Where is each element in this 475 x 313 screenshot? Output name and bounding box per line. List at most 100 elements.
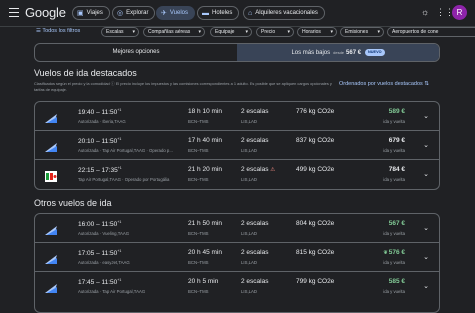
flight-row[interactable]: 19:40 – 11:50+1 Autorizada · Iberia,TAAG 1…: [35, 102, 439, 131]
flight-times: 22:15 – 17:35+1: [78, 166, 122, 175]
flight-price: 585 €: [388, 278, 405, 285]
house-icon: ⌂: [248, 9, 253, 17]
suitcase-icon: ▣: [77, 10, 84, 17]
flight-route: BCN–TMS: [188, 260, 209, 265]
main-menu-icon[interactable]: [9, 8, 19, 17]
tab-explorar[interactable]: ◎ Explorar: [112, 6, 156, 20]
sort-order-link[interactable]: Ordenados por vuelos destacados ⇅: [339, 81, 429, 87]
filter-emisiones[interactable]: Emisiones ▾: [340, 27, 384, 37]
flight-row[interactable]: 16:00 – 11:50+1 Autorizada · Vueling,TAAG…: [35, 214, 439, 243]
airline-logo: [45, 140, 57, 152]
plane-icon: ✈: [161, 10, 167, 17]
filter-companias[interactable]: Compañías aéreas ▾: [143, 27, 205, 37]
flight-route: BCN–TMS: [188, 119, 209, 124]
tab-hoteles[interactable]: ▬ Hoteles: [197, 6, 240, 20]
flight-emissions: 499 kg CO2e: [296, 166, 335, 173]
flight-via: LIS,LAD: [241, 231, 258, 236]
other-flight-list: 16:00 – 11:50+1 Autorizada · Vueling,TAAG…: [34, 213, 440, 313]
flight-emissions: 815 kg CO2e: [296, 249, 335, 256]
expand-chevron-icon[interactable]: ⌄: [423, 253, 429, 261]
filter-horarios[interactable]: Horarios ▾: [297, 27, 337, 37]
flight-via: LIS,LAD: [241, 119, 258, 124]
chevron-down-icon: ▾: [377, 29, 380, 35]
flight-stops: 2 escalas: [241, 108, 269, 115]
bed-icon: ▬: [202, 9, 209, 17]
others-title: Otros vuelos de ida: [34, 198, 112, 208]
flight-carrier: Autorizada · Iberia,TAAG: [78, 119, 126, 124]
flight-duration: 20 h 45 min: [188, 249, 222, 256]
filter-equipaje[interactable]: Equipaje ▾: [210, 27, 252, 37]
avatar[interactable]: R: [452, 5, 467, 20]
airline-logo: [45, 252, 57, 264]
flight-route: BCN–TMS: [188, 148, 209, 153]
expand-chevron-icon[interactable]: ⌄: [423, 224, 429, 232]
flight-emissions: 837 kg CO2e: [296, 137, 335, 144]
flight-times: 20:10 – 11:50+1: [78, 137, 122, 146]
airline-logo: [45, 111, 57, 123]
flight-price: 784 €: [388, 166, 405, 173]
flight-row[interactable]: 22:15 – 17:35+1 Tap Air Portugal,TAAG · O…: [35, 160, 439, 189]
tab-viajes[interactable]: ▣ Viajes: [72, 6, 110, 20]
featured-title: Vuelos de ida destacados: [34, 68, 137, 78]
flight-stops: 2 escalas: [241, 278, 269, 285]
featured-flight-list: 19:40 – 11:50+1 Autorizada · Iberia,TAAG 1…: [34, 101, 440, 190]
price-note: ida y vuelta: [383, 260, 405, 265]
explore-icon: ◎: [117, 10, 124, 17]
flight-times: 17:45 – 11:50+1: [78, 278, 122, 287]
filter-escalas[interactable]: Escalas ▾: [101, 27, 139, 37]
flight-emissions: 776 kg CO2e: [296, 108, 335, 115]
flight-times: 19:40 – 11:50+1: [78, 108, 122, 117]
flight-duration: 21 h 50 min: [188, 220, 222, 227]
flight-row[interactable]: 17:45 – 11:50+1 Autorizada · Tap Air Port…: [35, 272, 439, 301]
chevron-down-icon: ▾: [198, 29, 201, 35]
flight-row[interactable]: 20:10 – 11:50+1 Autorizada · Tap Air Port…: [35, 131, 439, 160]
flight-via: LIS,LAD: [241, 177, 258, 182]
flight-route: BCN–TMS: [188, 177, 209, 182]
filter-aeropuertos[interactable]: Aeropuertos de cone: [387, 27, 475, 37]
chevron-down-icon: ▾: [330, 29, 333, 35]
flight-row[interactable]: 17:05 – 11:50+1 Autorizada · easyJet,TAAG…: [35, 243, 439, 272]
theme-toggle-icon[interactable]: ☼: [421, 7, 429, 17]
tab-vuelos[interactable]: ✈ Vuelos: [156, 6, 195, 20]
flight-carrier: Autorizada · Vueling,TAAG: [78, 231, 130, 236]
flight-via: LIS,LAD: [241, 148, 258, 153]
new-badge: NUEVO: [365, 48, 385, 56]
sort-toggle: Mejores opciones Los más bajos desde 567 €…: [34, 43, 440, 62]
flight-emissions: 799 kg CO2e: [296, 278, 335, 285]
airline-logo: [45, 223, 57, 235]
filter-precio[interactable]: Precio ▾: [256, 27, 294, 37]
expand-chevron-icon[interactable]: ⌄: [423, 141, 429, 149]
flight-duration: 20 h 5 min: [188, 278, 219, 285]
sort-best-button[interactable]: Mejores opciones: [35, 44, 237, 61]
price-note: ida y vuelta: [383, 119, 405, 124]
flight-carrier: Autorizada · easyJet,TAAG: [78, 260, 130, 265]
warning-icon: ⚠: [270, 167, 276, 173]
expand-chevron-icon[interactable]: ⌄: [423, 170, 429, 178]
flight-via: LIS,LAD: [241, 260, 258, 265]
airline-logo: [45, 281, 57, 293]
chevron-down-icon: ▾: [245, 29, 248, 35]
tab-alquileres[interactable]: ⌂ Alquileres vacacionales: [243, 6, 325, 20]
expand-chevron-icon[interactable]: ⌄: [423, 112, 429, 120]
flight-route: BCN–TMS: [188, 289, 209, 294]
flight-stops: 2 escalas: [241, 249, 269, 256]
google-logo[interactable]: Google: [25, 5, 66, 20]
flight-price: 589 €: [388, 108, 405, 115]
eco-leaf-icon: ❦: [383, 250, 388, 256]
price-note: ida y vuelta: [383, 231, 405, 236]
price-note: ida y vuelta: [383, 177, 405, 182]
flight-stops: 2 escalas ⚠: [241, 166, 276, 173]
airline-logo: [45, 169, 57, 182]
featured-note: Clasificados según el precio y la comodi…: [34, 81, 332, 92]
flight-carrier: Autorizada · Tap Air Portugal,TAAG: [78, 289, 146, 294]
filters-icon: ☰: [36, 28, 41, 34]
flight-emissions: 804 kg CO2e: [296, 220, 335, 227]
expand-chevron-icon[interactable]: ⌄: [423, 282, 429, 290]
chevron-down-icon: ▾: [287, 29, 290, 35]
all-filters-button[interactable]: ☰ Todos los filtros: [36, 28, 80, 34]
flight-carrier: Tap Air Portugal,TAAG · Operado por Port…: [78, 177, 170, 182]
flight-stops: 2 escalas: [241, 137, 269, 144]
sort-cheapest-button[interactable]: Los más bajos desde 567 € NUEVO: [237, 44, 439, 61]
sort-icon: ⇅: [424, 81, 429, 87]
chevron-down-icon: ▾: [132, 29, 135, 35]
